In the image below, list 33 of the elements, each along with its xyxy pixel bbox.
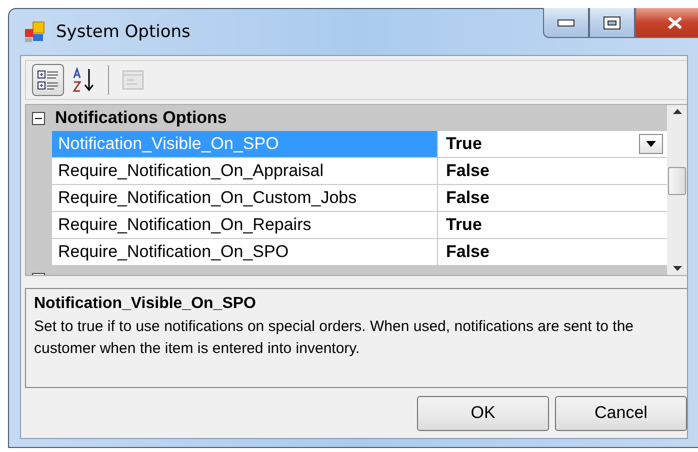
description-text: Set to true if to use notifications on special orders. When used, notifications are sent to the customer when the item is entered into inventory. (34, 317, 634, 359)
property-name[interactable]: Require_Notification_On_Appraisal (52, 158, 438, 184)
description-title: Notification_Visible_On_SPO (34, 295, 257, 313)
ok-button[interactable]: OK (417, 396, 549, 430)
close-button[interactable] (635, 8, 698, 38)
property-value[interactable]: True (438, 212, 667, 238)
property-value[interactable]: True (438, 131, 667, 157)
sort-az-icon (72, 67, 96, 93)
property-name[interactable]: Require_Notification_On_Custom_Jobs (52, 185, 438, 211)
categorized-button[interactable] (32, 64, 64, 96)
window-title: System Options (56, 22, 190, 42)
minimize-button[interactable] (543, 8, 589, 38)
property-value[interactable]: False (438, 185, 667, 211)
app-icon (24, 21, 46, 43)
property-pages-icon (121, 68, 145, 92)
property-name[interactable]: Require_Notification_On_SPO (52, 239, 438, 265)
property-name[interactable]: Require_Notification_On_Repairs (52, 212, 438, 238)
dropdown-button[interactable] (639, 134, 663, 154)
collapse-icon[interactable] (32, 112, 45, 124)
cancel-button[interactable]: Cancel (555, 396, 687, 430)
property-value[interactable]: False (438, 158, 667, 184)
maximize-icon (603, 16, 621, 30)
scroll-up-icon (672, 109, 682, 114)
property-value[interactable]: False (438, 239, 667, 265)
category-name: Notifications Options (55, 108, 227, 128)
categorized-list-icon (36, 68, 60, 92)
scroll-thumb[interactable] (668, 167, 686, 195)
scrollbar[interactable] (667, 105, 687, 275)
maximize-button[interactable] (589, 8, 635, 38)
minimize-icon (557, 18, 575, 26)
close-icon (667, 16, 683, 30)
scroll-down-icon (672, 266, 682, 271)
caret-icon (646, 141, 656, 147)
